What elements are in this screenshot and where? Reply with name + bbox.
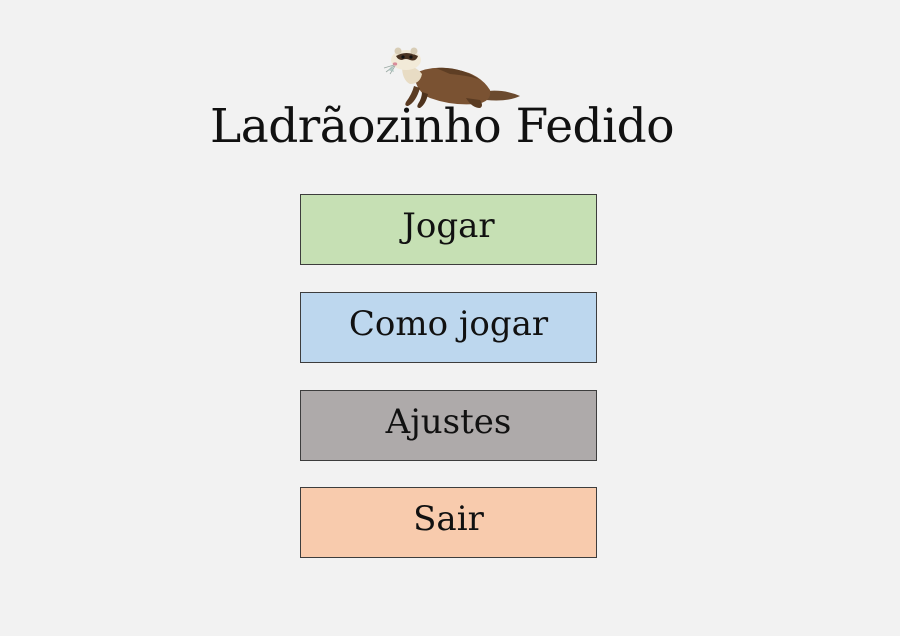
how-to-play-button[interactable]: Como jogar <box>300 292 597 363</box>
quit-button[interactable]: Sair <box>300 487 597 558</box>
play-button[interactable]: Jogar <box>300 194 597 265</box>
how-to-play-button-label: Como jogar <box>348 303 549 344</box>
settings-button-label: Ajustes <box>385 401 512 442</box>
quit-button-label: Sair <box>413 498 484 539</box>
play-button-label: Jogar <box>402 205 495 246</box>
settings-button[interactable]: Ajustes <box>300 390 597 461</box>
game-title: Ladrãozinho Fedido <box>209 99 675 154</box>
